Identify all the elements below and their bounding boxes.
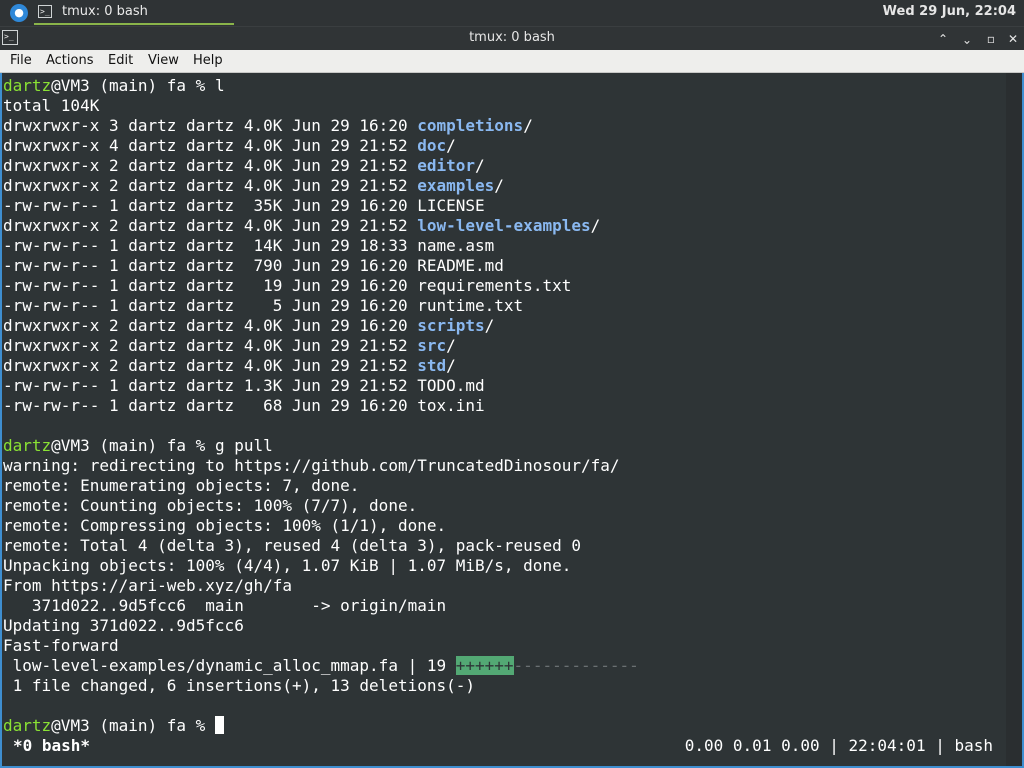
file-name: name.asm <box>417 236 495 255</box>
diffstat-minus: ------------- <box>513 656 639 675</box>
ls-entry: drwxrwxr-x 2 dartz dartz 4.0K Jun 29 21:… <box>3 356 456 375</box>
terminal-output: dartz@VM3 (main) fa % l total 104K drwxr… <box>3 76 1007 736</box>
text-cursor <box>214 716 224 734</box>
prompt-line: dartz@VM3 (main) fa % l <box>3 76 1007 96</box>
window-titlebar[interactable]: >_ tmux: 0 bash ⌃ ⌃ ▫ ✕ <box>0 26 1024 51</box>
shade-button[interactable]: ⌃ <box>934 30 952 48</box>
tmux-status-right: 0.00 0.01 0.00 | 22:04:01 | bash <box>684 736 993 755</box>
file-name: tox.ini <box>417 396 485 415</box>
ls-entry: -rw-rw-r-- 1 dartz dartz 1.3K Jun 29 21:… <box>3 376 485 395</box>
tmux-window-label[interactable]: *0 bash* <box>13 736 90 756</box>
ls-entry: drwxrwxr-x 2 dartz dartz 4.0K Jun 29 16:… <box>3 316 495 335</box>
dir-name: examples <box>417 176 495 195</box>
prompt-line: dartz@VM3 (main) fa % g pull <box>3 436 1007 456</box>
file-name: TODO.md <box>417 376 485 395</box>
menu-file[interactable]: File <box>10 53 32 68</box>
ls-entry: drwxrwxr-x 2 dartz dartz 4.0K Jun 29 21:… <box>3 156 485 175</box>
menu-help[interactable]: Help <box>193 53 223 68</box>
ls-entry: drwxrwxr-x 3 dartz dartz 4.0K Jun 29 16:… <box>3 116 533 135</box>
ls-entry: -rw-rw-r-- 1 dartz dartz 790 Jun 29 16:2… <box>3 256 504 275</box>
file-name: LICENSE <box>417 196 485 215</box>
ls-entry: -rw-rw-r-- 1 dartz dartz 19 Jun 29 16:20… <box>3 276 572 295</box>
ls-entry: -rw-rw-r-- 1 dartz dartz 68 Jun 29 16:20… <box>3 396 485 415</box>
diffstat-line: low-level-examples/dynamic_alloc_mmap.fa… <box>3 656 1007 676</box>
git-output-line: remote: Total 4 (delta 3), reused 4 (del… <box>3 536 581 555</box>
command-text: g pull <box>214 436 273 455</box>
ls-entry: drwxrwxr-x 4 dartz dartz 4.0K Jun 29 21:… <box>3 136 456 155</box>
prompt-user: dartz <box>3 436 52 455</box>
taskbar-button-tmux[interactable]: >_ tmux: 0 bash <box>34 1 234 25</box>
prompt-host: @VM3 (main) fa % <box>51 436 215 455</box>
close-button[interactable]: ✕ <box>1004 30 1022 48</box>
scrollbar[interactable] <box>1006 73 1022 766</box>
ls-entry: drwxrwxr-x 2 dartz dartz 4.0K Jun 29 21:… <box>3 216 601 235</box>
diffstat-plus: ++++++ <box>455 656 514 675</box>
git-output-line: remote: Enumerating objects: 7, done. <box>3 476 360 495</box>
file-name: requirements.txt <box>417 276 572 295</box>
git-output-line: warning: redirecting to https://github.c… <box>3 456 620 475</box>
menu-actions[interactable]: Actions <box>46 53 94 68</box>
ls-entry: drwxrwxr-x 2 dartz dartz 4.0K Jun 29 21:… <box>3 176 504 195</box>
window-title: tmux: 0 bash <box>469 30 555 45</box>
app-menu-logo-icon[interactable]: ● <box>10 4 28 22</box>
dir-name: low-level-examples <box>417 216 591 235</box>
taskbar-button-label: tmux: 0 bash <box>62 4 148 19</box>
top-panel: ● >_ tmux: 0 bash Wed 29 Jun, 22:04 <box>0 0 1024 26</box>
panel-clock[interactable]: Wed 29 Jun, 22:04 <box>883 4 1016 19</box>
menu-view[interactable]: View <box>148 53 179 68</box>
ls-entry: -rw-rw-r-- 1 dartz dartz 5 Jun 29 16:20 … <box>3 296 524 315</box>
menubar: File Actions Edit View Help <box>0 50 1024 73</box>
git-output-line: Unpacking objects: 100% (4/4), 1.07 KiB … <box>3 556 572 575</box>
dir-name: editor <box>417 156 476 175</box>
terminal-area[interactable]: dartz@VM3 (main) fa % l total 104K drwxr… <box>0 73 1024 768</box>
dir-name: scripts <box>417 316 485 335</box>
prompt-line-active[interactable]: dartz@VM3 (main) fa % <box>3 716 1007 736</box>
diff-summary: 1 file changed, 6 insertions(+), 13 dele… <box>3 676 476 695</box>
git-output-line: remote: Counting objects: 100% (7/7), do… <box>3 496 418 515</box>
dir-name: completions <box>417 116 524 135</box>
file-name: README.md <box>417 256 504 275</box>
prompt-user: dartz <box>3 716 52 735</box>
dir-name: std <box>417 356 447 375</box>
git-output-line: remote: Compressing objects: 100% (1/1),… <box>3 516 447 535</box>
ls-entry: -rw-rw-r-- 1 dartz dartz 35K Jun 29 16:2… <box>3 196 485 215</box>
git-output-line: Updating 371d022..9d5fcc6 <box>3 616 244 635</box>
dir-name: src <box>417 336 447 355</box>
command-text: l <box>214 76 225 95</box>
diffstat-file: low-level-examples/dynamic_alloc_mmap.fa… <box>3 656 456 675</box>
ls-total: total 104K <box>3 96 100 115</box>
maximize-button[interactable]: ▫ <box>982 30 1000 48</box>
file-name: runtime.txt <box>417 296 524 315</box>
dir-name: doc <box>417 136 447 155</box>
prompt-host: @VM3 (main) fa % <box>51 716 215 735</box>
git-output-line: 371d022..9d5fcc6 main -> origin/main <box>3 596 447 615</box>
tmux-status-bar: *0 bash* 0.00 0.01 0.00 | 22:04:01 | bas… <box>3 736 1003 756</box>
menu-edit[interactable]: Edit <box>108 53 133 68</box>
prompt-host: @VM3 (main) fa % <box>51 76 215 95</box>
ls-entry: -rw-rw-r-- 1 dartz dartz 14K Jun 29 18:3… <box>3 236 495 255</box>
prompt-user: dartz <box>3 76 52 95</box>
minimize-button[interactable]: ⌃ <box>958 30 976 48</box>
git-output-line: Fast-forward <box>3 636 119 655</box>
terminal-icon: >_ <box>38 5 52 18</box>
git-output-line: From https://ari-web.xyz/gh/fa <box>3 576 292 595</box>
ls-entry: drwxrwxr-x 2 dartz dartz 4.0K Jun 29 21:… <box>3 336 456 355</box>
